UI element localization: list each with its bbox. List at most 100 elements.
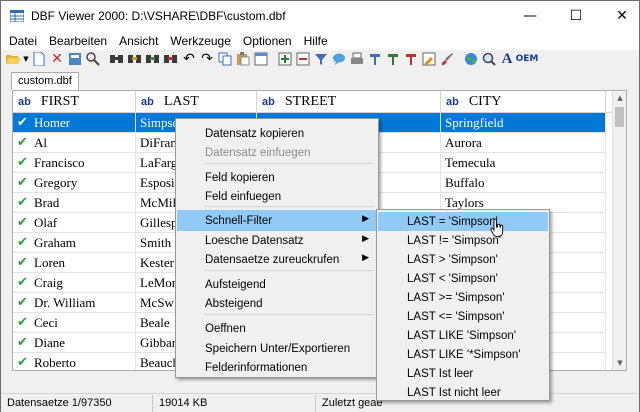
redo-icon[interactable]: ↷ [198,51,216,67]
preview-icon[interactable] [480,51,498,67]
cell-text: Gregory [34,174,78,190]
column-header-last[interactable]: ab LAST [136,91,257,113]
cell-text: Beale [140,314,170,330]
column-header-first[interactable]: ab FIRST [13,91,136,113]
filter-option[interactable]: LAST < 'Simpson' [378,269,548,288]
menu-item-label: Schnell-Filter [205,214,273,227]
table-cell-first[interactable]: ✔ Al [13,133,136,153]
menu-item-field-info[interactable]: Felderinformationen [177,357,377,378]
menu-item-recall-records[interactable]: Datensaetze zureuckrufen ▶ [177,249,377,270]
column-header-street[interactable]: ab STREET [257,91,441,113]
menu-item-label: Loesche Datensatz [205,234,304,247]
copy-icon[interactable] [216,51,234,67]
table-cell-first[interactable]: ✔ Olaf [13,213,136,233]
new-file-icon[interactable] [30,51,48,67]
table-cell-city[interactable]: Temecula [441,153,606,173]
menu-datei[interactable]: Datei [3,34,43,48]
cell-text: Francisco [34,154,85,170]
table-cell-first[interactable]: ✔ Roberto [13,353,136,370]
tab-strip: custom.dbf [1,68,639,90]
filter-option[interactable]: LAST >= 'Simpson' [378,288,548,307]
menu-ansicht[interactable]: Ansicht [113,34,164,48]
filter-option[interactable]: LAST > 'Simpson' [378,250,548,269]
structure-icon[interactable] [252,51,270,67]
table-cell-first[interactable]: ✔ Diane [13,333,136,353]
edit-icon[interactable] [420,51,438,67]
maximize-button[interactable]: ☐ [553,1,599,31]
menu-item-delete-record[interactable]: Loesche Datensatz ▶ [177,230,377,251]
brush-icon[interactable] [438,51,456,67]
print-icon[interactable] [348,51,366,67]
menu-item-copy-field[interactable]: Feld kopieren [177,167,377,188]
tab-custom-dbf[interactable]: custom.dbf [11,72,79,90]
vertical-scrollbar[interactable]: ▲ ▼ [612,91,626,370]
table-cell-city[interactable]: Springfield [441,113,606,133]
sql-icon[interactable] [312,51,330,67]
text-type-icon: ab [262,96,275,108]
fields-icon[interactable] [384,51,402,67]
web-icon[interactable] [462,51,480,67]
menu-item-quick-filter[interactable]: Schnell-Filter ▶ [177,210,377,231]
text-type-icon: ab [141,96,154,108]
scroll-down-icon[interactable]: ▼ [613,356,626,370]
minimize-button[interactable]: — [507,1,553,31]
filter-option[interactable]: LAST <= 'Simpson' [378,307,548,326]
delete-icon[interactable]: ✕ [48,51,66,67]
filter-option[interactable]: LAST Ist nicht leer [378,383,548,402]
paste-icon[interactable] [234,51,252,67]
menu-bearbeiten[interactable]: Bearbeiten [43,34,113,48]
filter-option[interactable]: LAST LIKE 'Simpson' [378,326,548,345]
filter-option[interactable]: LAST LIKE '*Simpson' [378,345,548,364]
table-cell-first[interactable]: ✔ Graham [13,233,136,253]
context-menu: Datensatz kopieren Datensatz einfuegen Fel… [175,118,379,378]
find-next-icon[interactable] [108,51,126,67]
table-cell-first[interactable]: ✔ Loren [13,253,136,273]
columns-icon[interactable] [366,51,384,67]
oem-icon[interactable]: OEM [516,51,539,67]
table-cell-first[interactable]: ✔ Gregory [13,173,136,193]
export-icon[interactable] [294,51,312,67]
text-type-icon: ab [18,96,31,108]
find-icon[interactable] [84,51,102,67]
column-header-city[interactable]: ab CITY [441,91,606,113]
scroll-up-icon[interactable]: ▲ [613,91,626,105]
scroll-thumb[interactable] [615,107,624,127]
menu-item-paste-field[interactable]: Feld einfuegen [177,186,377,207]
filter-option[interactable]: LAST = 'Simpson' [378,212,548,231]
replace-icon[interactable] [126,51,144,67]
filter-option[interactable]: LAST Ist leer [378,364,548,383]
title-bar[interactable]: DBF Viewer 2000: D:\VSHARE\DBF\custom.db… [1,1,639,31]
undo-icon[interactable]: ↶ [180,51,198,67]
menu-werkzeuge[interactable]: Werkzeuge [164,34,236,48]
bookmark-icon[interactable] [402,51,420,67]
table-cell-first[interactable]: ✔ Francisco [13,153,136,173]
table-cell-first[interactable]: ✔ Brad [13,193,136,213]
menu-item-paste-record[interactable]: Datensatz einfuegen [177,142,377,163]
table-cell-first[interactable]: ✔ Dr. William [13,293,136,313]
menu-hilfe[interactable]: Hilfe [298,34,334,48]
sort-icon[interactable] [162,51,180,67]
menu-item-sort-ascending[interactable]: Aufsteigend [177,274,377,295]
menu-item-copy-record[interactable]: Datensatz kopieren [177,123,377,144]
dropdown-arrow-icon[interactable]: ▼ [22,51,30,67]
table-cell-first[interactable]: ✔ Ceci [13,313,136,333]
menu-item-open[interactable]: Oeffnen [177,318,377,339]
font-icon[interactable]: A [498,51,516,67]
cell-text: Ceci [34,314,58,330]
table-cell-first[interactable]: ✔ Craig [13,273,136,293]
table-cell-city[interactable]: Buffalo [441,173,606,193]
menu-item-sort-descending[interactable]: Absteigend [177,293,377,314]
cell-text: Aurora [445,134,482,150]
table-cell-first[interactable]: ✔ Homer [13,113,136,133]
open-folder-icon[interactable] [4,51,22,67]
comment-icon[interactable] [330,51,348,67]
copy-record-icon[interactable] [66,51,84,67]
menu-optionen[interactable]: Optionen [237,34,298,48]
submenu-arrow-icon: ▶ [362,214,369,224]
filter-option[interactable]: LAST != 'Simpson' [378,231,548,250]
filter-icon[interactable] [144,51,162,67]
close-button[interactable]: ✕ [599,1,640,31]
menu-item-save-as-export[interactable]: Speichern Unter/Exportieren [177,338,377,359]
table-cell-city[interactable]: Aurora [441,133,606,153]
import-icon[interactable] [276,51,294,67]
